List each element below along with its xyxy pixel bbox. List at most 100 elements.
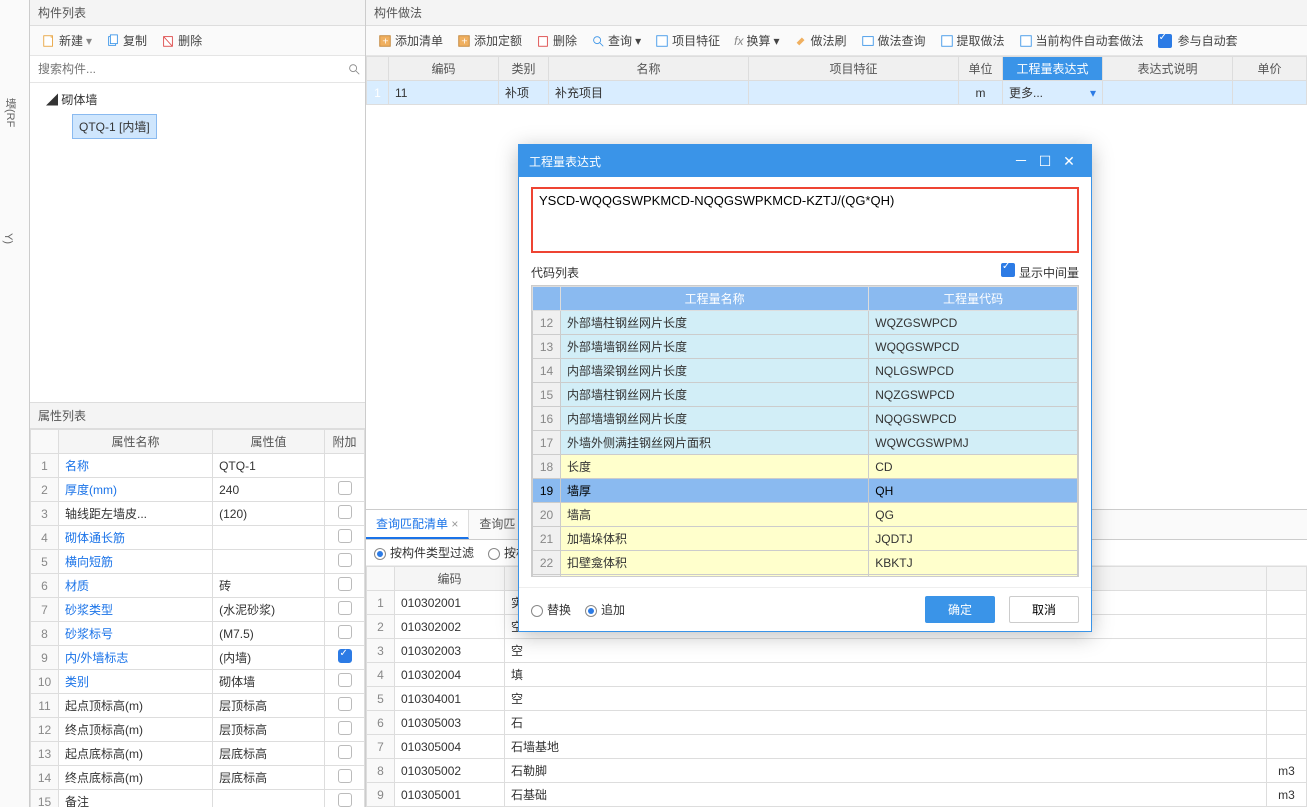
brush-icon: [794, 34, 808, 48]
method-query-icon: [861, 34, 875, 48]
close-icon[interactable]: ×: [451, 517, 458, 531]
code-row[interactable]: 23扣砼过梁体积KTGLTJ: [533, 575, 1078, 578]
close-button[interactable]: ✕: [1057, 153, 1081, 170]
filter-by-type[interactable]: 按构件类型过滤: [374, 544, 474, 561]
col-price[interactable]: 单价: [1233, 57, 1307, 81]
side-tab-2[interactable]: Y): [0, 225, 16, 252]
col-prop-name: 属性名称: [59, 430, 213, 454]
match-row[interactable]: 4010302004填: [367, 663, 1307, 687]
add-quota-icon: +: [457, 34, 471, 48]
convert-button[interactable]: fx 换算 ▾: [728, 30, 785, 51]
delete-icon: [161, 34, 175, 48]
col-name[interactable]: 名称: [549, 57, 749, 81]
col-unit[interactable]: 单位: [959, 57, 1003, 81]
match-row[interactable]: 3010302003空: [367, 639, 1307, 663]
match-row[interactable]: 7010305004石墙基地: [367, 735, 1307, 759]
expression-input[interactable]: YSCD-WQQGSWPKMCD-NQQGSWPKMCD-KZTJ/(QG*QH…: [539, 193, 1071, 247]
col-prop-value: 属性值: [213, 430, 325, 454]
method-query-button[interactable]: 做法查询: [855, 30, 932, 51]
tree-child[interactable]: QTQ-1 [内墙]: [72, 114, 157, 139]
add-list-icon: +: [378, 34, 392, 48]
code-row[interactable]: 21加墙垛体积JQDTJ: [533, 527, 1078, 551]
props-row[interactable]: 2厚度(mm)240: [31, 478, 365, 502]
new-button[interactable]: 新建 ▾: [36, 30, 98, 51]
ok-button[interactable]: 确定: [925, 596, 995, 623]
replace-radio[interactable]: 替换: [531, 601, 571, 618]
expression-input-wrap: YSCD-WQQGSWPKMCD-NQQGSWPKMCD-KZTJ/(QG*QH…: [531, 187, 1079, 253]
code-row[interactable]: 20墙高QG: [533, 503, 1078, 527]
col-expr-desc[interactable]: 表达式说明: [1103, 57, 1233, 81]
props-row[interactable]: 13起点底标高(m)层底标高: [31, 742, 365, 766]
component-toolbar: 新建 ▾ 复制 删除: [30, 26, 365, 56]
match-row[interactable]: 8010305002石勒脚m3: [367, 759, 1307, 783]
code-row[interactable]: 17外墙外侧满挂钢丝网片面积WQWCGSWPMJ: [533, 431, 1078, 455]
append-radio[interactable]: 追加: [585, 601, 625, 618]
code-row[interactable]: 16内部墙墙钢丝网片长度NQQGSWPCD: [533, 407, 1078, 431]
props-row[interactable]: 15备注: [31, 790, 365, 807]
extract-icon: [940, 34, 954, 48]
props-row[interactable]: 9内/外墙标志(内墙): [31, 646, 365, 670]
maximize-button[interactable]: ☐: [1033, 153, 1057, 170]
match-row[interactable]: 9010305001石基础m3: [367, 783, 1307, 807]
col-cat[interactable]: 类别: [499, 57, 549, 81]
show-mid-toggle[interactable]: 显示中间量: [1001, 263, 1079, 281]
auto-icon: [1019, 34, 1033, 48]
query-icon: [591, 34, 605, 48]
code-row[interactable]: 15内部墙柱钢丝网片长度NQZGSWPCD: [533, 383, 1078, 407]
col-feature[interactable]: 项目特征: [749, 57, 959, 81]
copy-button[interactable]: 复制: [100, 30, 153, 51]
tab-match-list[interactable]: 查询匹配清单 ×: [366, 510, 469, 539]
component-list-title: 构件列表: [30, 0, 365, 26]
search-icon[interactable]: [347, 62, 361, 76]
method-row[interactable]: 1 11 补项 补充项目 m 更多...▾: [367, 81, 1307, 105]
dialog-title: 工程量表达式: [529, 153, 601, 170]
match-row[interactable]: 5010304001空: [367, 687, 1307, 711]
method-grid: 编码 类别 名称 项目特征 单位 工程量表达式 表达式说明 单价 1 11 补项…: [366, 56, 1307, 105]
props-row[interactable]: 12终点顶标高(m)层顶标高: [31, 718, 365, 742]
props-row[interactable]: 7砂浆类型(水泥砂浆): [31, 598, 365, 622]
col-prop-extra: 附加: [325, 430, 365, 454]
code-row[interactable]: 19墙厚QH: [533, 479, 1078, 503]
delete-method-button[interactable]: 删除: [530, 30, 583, 51]
participate-toggle[interactable]: 参与自动套: [1152, 30, 1244, 51]
props-row[interactable]: 5横向短筋: [31, 550, 365, 574]
delete-icon: [536, 34, 550, 48]
props-row[interactable]: 3轴线距左墙皮...(120): [31, 502, 365, 526]
col-code[interactable]: 编码: [389, 57, 499, 81]
query-button[interactable]: 查询 ▾: [585, 30, 647, 51]
cancel-button[interactable]: 取消: [1009, 596, 1079, 623]
match-row[interactable]: 6010305003石: [367, 711, 1307, 735]
props-table: 属性名称 属性值 附加 1名称QTQ-12厚度(mm)2403轴线距左墙皮...…: [30, 429, 365, 807]
props-row[interactable]: 4砌体通长筋: [31, 526, 365, 550]
extract-button[interactable]: 提取做法: [934, 30, 1011, 51]
code-row[interactable]: 12外部墙柱钢丝网片长度WQZGSWPCD: [533, 311, 1078, 335]
search-input[interactable]: [34, 58, 347, 80]
code-row[interactable]: 14内部墙梁钢丝网片长度NQLGSWPCD: [533, 359, 1078, 383]
code-row[interactable]: 22扣壁龛体积KBKTJ: [533, 551, 1078, 575]
auto-set-button[interactable]: 当前构件自动套做法: [1013, 30, 1150, 51]
add-quota-button[interactable]: +添加定额: [451, 30, 528, 51]
svg-text:+: +: [461, 35, 467, 47]
props-row[interactable]: 14终点底标高(m)层底标高: [31, 766, 365, 790]
component-tree[interactable]: ◢ 砌体墙 QTQ-1 [内墙]: [30, 83, 365, 403]
expression-dialog: 工程量表达式 － ☐ ✕ YSCD-WQQGSWPKMCD-NQQGSWPKMC…: [518, 144, 1092, 632]
props-row[interactable]: 11起点顶标高(m)层顶标高: [31, 694, 365, 718]
add-list-button[interactable]: +添加清单: [372, 30, 449, 51]
col-expr[interactable]: 工程量表达式: [1003, 57, 1103, 81]
side-tab-1[interactable]: 墙(RF: [0, 90, 20, 135]
item-feature-button[interactable]: 项目特征: [649, 30, 726, 51]
props-row[interactable]: 10类别砌体墙: [31, 670, 365, 694]
code-row[interactable]: 18长度CD: [533, 455, 1078, 479]
code-row[interactable]: 13外部墙墙钢丝网片长度WQQGSWPCD: [533, 335, 1078, 359]
expr-dropdown[interactable]: 更多...▾: [1009, 84, 1096, 101]
props-row[interactable]: 8砂浆标号(M7.5): [31, 622, 365, 646]
new-icon: [42, 34, 56, 48]
delete-button[interactable]: 删除: [155, 30, 208, 51]
copy-icon: [106, 34, 120, 48]
tree-root[interactable]: ◢ 砌体墙: [46, 89, 349, 110]
props-row[interactable]: 1名称QTQ-1: [31, 454, 365, 478]
check-icon: [1001, 263, 1015, 277]
method-brush-button[interactable]: 做法刷: [788, 30, 853, 51]
props-row[interactable]: 6材质砖: [31, 574, 365, 598]
minimize-button[interactable]: －: [1009, 151, 1033, 171]
